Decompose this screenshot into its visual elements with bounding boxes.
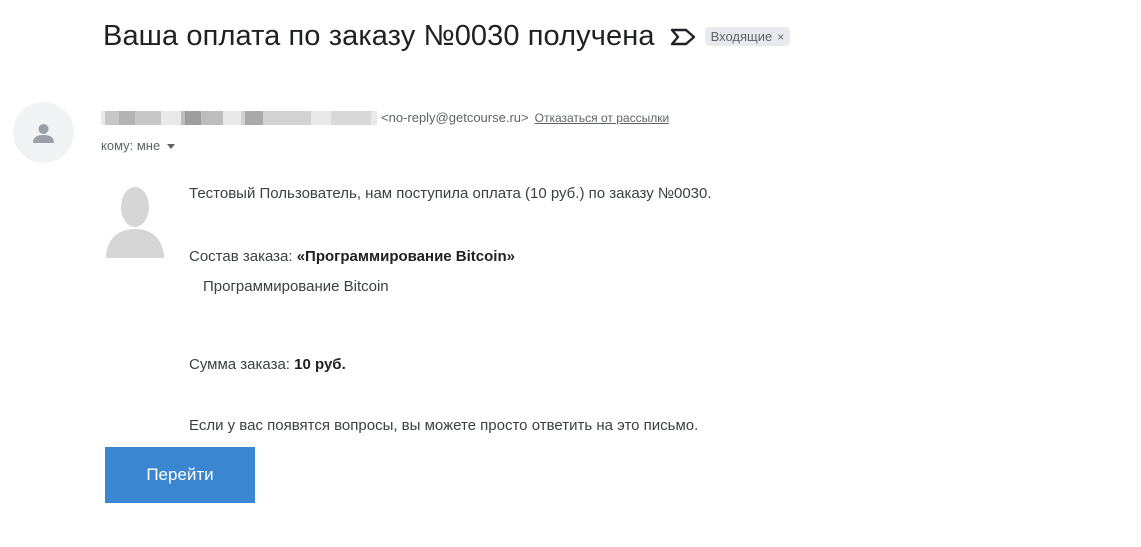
caret-down-icon[interactable] <box>166 141 176 151</box>
email-subject: Ваша оплата по заказу №0030 получена <box>103 20 655 52</box>
label-chip-inbox: Входящие × <box>704 27 791 46</box>
order-label: Состав заказа: <box>189 248 297 265</box>
remove-label-icon[interactable]: × <box>777 30 784 44</box>
subject-row: Ваша оплата по заказу №0030 получена Вхо… <box>103 20 791 53</box>
recipient-line[interactable]: кому: мне <box>101 138 176 153</box>
sum-value: 10 руб. <box>294 356 346 373</box>
person-icon <box>33 124 54 143</box>
order-composition: Состав заказа: «Программирование Bitcoin… <box>189 248 515 265</box>
sender-line: <no-reply@getcourse.ru> Отказаться от ра… <box>101 110 669 125</box>
order-item: Программирование Bitcoin <box>203 278 389 295</box>
importance-marker-icon[interactable] <box>669 27 697 47</box>
questions-text: Если у вас появятся вопросы, вы можете п… <box>189 417 699 434</box>
sender-avatar <box>13 102 74 163</box>
body-person-icon <box>106 187 164 258</box>
unsubscribe-link[interactable]: Отказаться от рассылки <box>535 111 670 125</box>
redacted-sender-name <box>101 110 377 125</box>
sum-label: Сумма заказа: <box>189 356 295 373</box>
greeting-text: Тестовый Пользователь, нам поступила опл… <box>189 185 712 202</box>
label-chip-text: Входящие <box>710 29 773 44</box>
sender-email: <no-reply@getcourse.ru> <box>381 110 529 125</box>
recipient-text: кому: мне <box>101 138 161 153</box>
go-button[interactable]: Перейти <box>105 447 255 503</box>
order-name: «Программирование Bitcoin» <box>296 248 515 265</box>
order-sum: Сумма заказа: 10 руб. <box>189 356 346 373</box>
